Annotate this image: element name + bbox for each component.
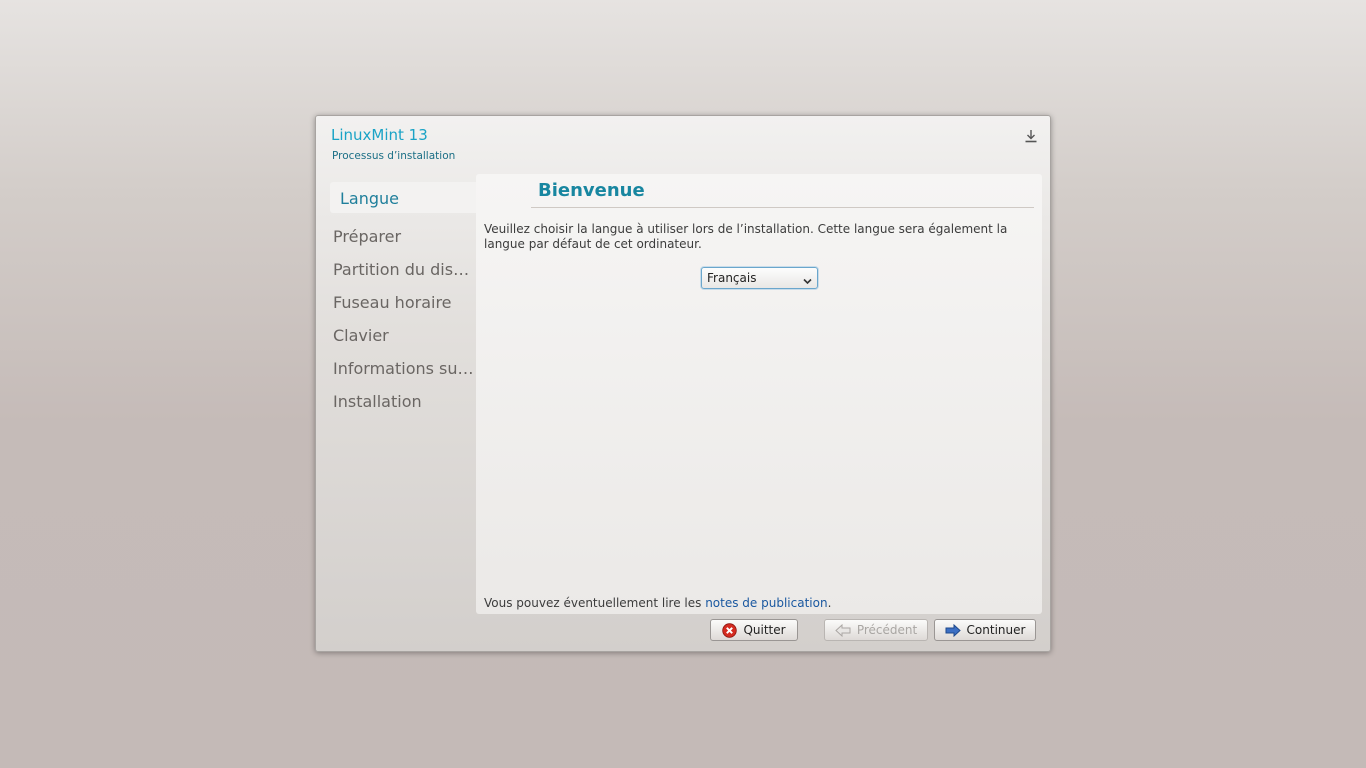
app-title: LinuxMint 13	[331, 126, 428, 144]
release-notes-link[interactable]: notes de publication	[705, 596, 827, 610]
sidebar-item-clavier: Clavier	[333, 326, 389, 345]
app-subtitle: Processus d’installation	[332, 150, 456, 162]
release-notes-prefix: Vous pouvez éventuellement lire les	[484, 596, 706, 610]
chevron-down-icon	[803, 274, 812, 285]
sidebar-item-installation: Installation	[333, 392, 422, 411]
previous-button-label: Précédent	[856, 623, 918, 637]
sidebar-item-fuseau-horaire: Fuseau horaire	[333, 293, 452, 312]
sidebar-item-partition: Partition du disque	[333, 260, 476, 279]
close-circle-icon	[722, 622, 738, 638]
sidebar-item-preparer: Préparer	[333, 227, 402, 246]
quit-button-label: Quitter	[743, 623, 786, 637]
continue-button-label: Continuer	[966, 623, 1026, 637]
continue-button[interactable]: Continuer	[934, 619, 1036, 641]
quit-button[interactable]: Quitter	[710, 619, 798, 641]
release-notes-text: Vous pouvez éventuellement lire les note…	[484, 596, 831, 610]
release-notes-suffix: .	[827, 596, 832, 610]
language-select-value: Français	[707, 271, 757, 285]
intro-text: Veuillez choisir la langue à utiliser lo…	[484, 222, 1008, 251]
arrow-left-icon	[835, 623, 851, 637]
arrow-right-icon	[945, 623, 961, 637]
download-icon[interactable]	[1024, 128, 1038, 144]
content-panel: Bienvenue Veuillez choisir la langue à u…	[476, 174, 1042, 614]
language-select[interactable]: Français	[701, 267, 818, 289]
page-title: Bienvenue	[538, 180, 645, 201]
sidebar-item-informations: Informations sur vous	[333, 359, 476, 378]
installer-window: LinuxMint 13 Processus d’installation La…	[315, 115, 1051, 652]
heading-divider	[531, 207, 1034, 208]
sidebar-item-langue: Langue	[330, 182, 478, 213]
previous-button[interactable]: Précédent	[824, 619, 928, 641]
